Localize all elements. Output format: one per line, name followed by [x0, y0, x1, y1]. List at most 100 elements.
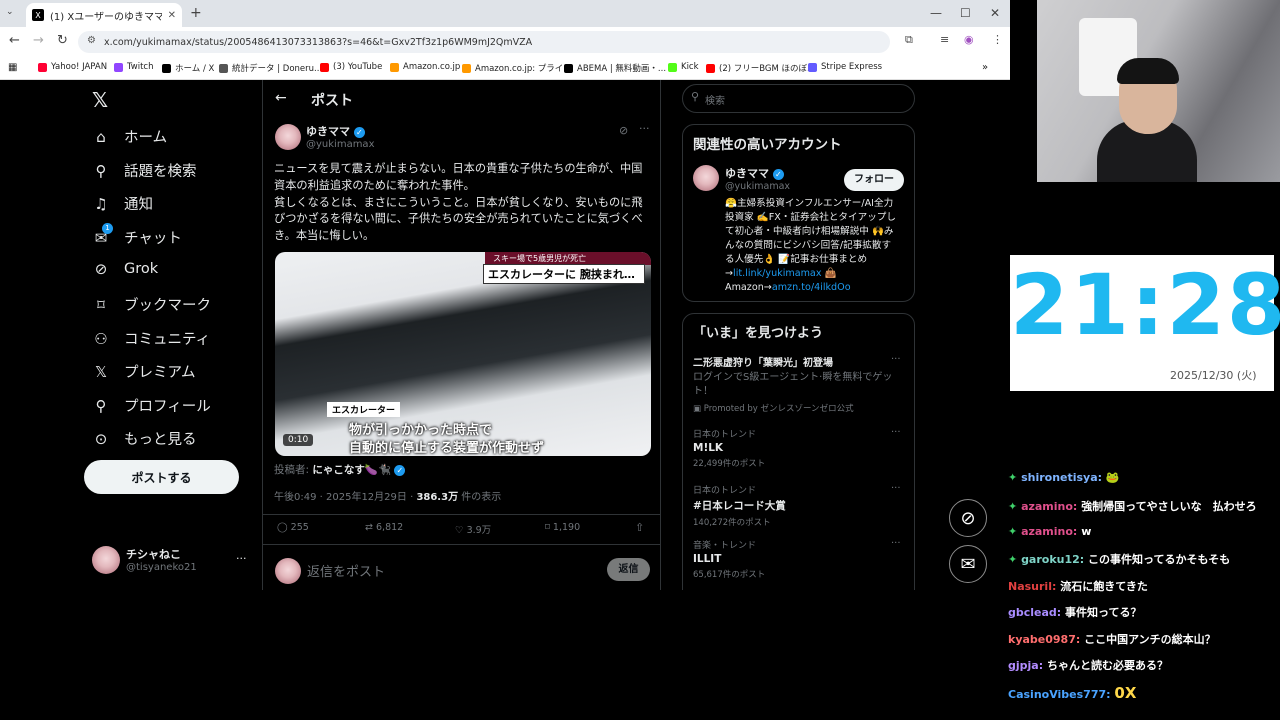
avatar[interactable]	[693, 165, 719, 191]
verified-badge-icon: ✓	[394, 464, 406, 476]
sidebar-item-communities[interactable]: ⚇ コミュニティ	[92, 328, 210, 349]
bookmark-item[interactable]: (3) YouTube	[320, 62, 382, 72]
heart-icon: ♡	[455, 525, 464, 536]
sidebar-item-notifications[interactable]: ♫ 通知	[92, 193, 153, 214]
sidebar-item-more[interactable]: ⊙ もっと見る	[92, 428, 197, 449]
trend-item[interactable]: 音楽・トレンド ILLIT 65,617件のポスト ···	[693, 538, 908, 580]
minimize-icon[interactable]: —	[930, 6, 942, 20]
streamer-hair-image	[1117, 58, 1179, 84]
tab-search-icon[interactable]: ⌄	[6, 7, 14, 17]
bookmark-item[interactable]: Twitch	[114, 62, 154, 72]
back-icon[interactable]: ←	[9, 33, 20, 48]
trend-more-icon[interactable]: ···	[891, 538, 901, 549]
related-account-name[interactable]: ゆきママ ✓	[725, 165, 784, 181]
site-info-icon[interactable]: ⚙	[87, 35, 96, 46]
more-icon[interactable]: ···	[236, 552, 247, 565]
account-switcher[interactable]: チシャねこ @tisyaneko21 ···	[90, 544, 250, 578]
bookmark-item[interactable]: Amazon.co.jp: プライ...	[462, 62, 571, 74]
trends-title: 「いま」を見つけよう	[693, 326, 824, 341]
grok-float-icon[interactable]: ⊘	[949, 499, 987, 537]
post-text: ニュースを見て震えが止まらない。日本の貴重な子供たちの生命が、中国資本の利益追求…	[274, 162, 643, 243]
bookmark-item[interactable]: ホーム / X	[162, 62, 214, 74]
media-icon[interactable]: ≡	[940, 33, 949, 46]
chat-message: kyabe0987: ここ中国アンチの総本山？	[1008, 633, 1216, 646]
bookmark-item[interactable]: Kick	[668, 62, 699, 72]
reply-input[interactable]: 返信をポスト	[307, 561, 385, 580]
sidebar-item-bookmarks[interactable]: ⌑ ブックマーク	[92, 294, 211, 315]
browser-tab[interactable]: X (1) Xユーザーのゆきママさん:「ニュー... ✕	[26, 3, 182, 27]
sidebar-item-explore[interactable]: ⚲ 話題を検索	[92, 160, 197, 181]
chat-message: gbclead: 事件知ってる？	[1008, 606, 1142, 619]
home-icon: ⌂	[96, 127, 106, 146]
close-tab-icon[interactable]: ✕	[168, 10, 176, 21]
sidebar-item-grok[interactable]: ⊘ Grok	[92, 260, 158, 278]
avatar	[275, 558, 301, 584]
reply-action[interactable]: ◯ 255	[277, 522, 309, 533]
sidebar-item-chat[interactable]: ✉ 1 チャット	[92, 222, 182, 248]
trend-more-icon[interactable]: ···	[891, 483, 901, 494]
video-caption-1: 物が引っかかった時点で	[349, 423, 493, 438]
reload-icon[interactable]: ↻	[57, 33, 68, 48]
reply-button[interactable]: 返信	[607, 558, 650, 581]
trend-item[interactable]: 二形悪虚狩り「葉瞬光」初登場 ログインでS級エージェント·瞬を無料でゲット！ ▣…	[693, 354, 908, 414]
x-logo-icon[interactable]: 𝕏	[92, 88, 108, 112]
video-duration: 0:10	[283, 434, 314, 446]
divider	[263, 514, 660, 515]
post-button[interactable]: ポストする	[84, 460, 239, 494]
sidebar-item-profile[interactable]: ⚲ プロフィール	[92, 395, 211, 416]
poster-line: 投稿者: にゃこなす🍆🐈‍⬛ ✓	[274, 462, 406, 477]
bookmark-item[interactable]: (2) フリーBGM ほのぼ...	[706, 62, 815, 74]
stream-chat: ✦ shironetisya: 🐸 ✦ azamino: 強制帰国ってやさしいな…	[1000, 455, 1280, 720]
author-name-row[interactable]: ゆきママ ✓	[306, 123, 365, 139]
bookmark-action[interactable]: ⌑ 1,190	[545, 522, 580, 533]
mail-icon: ✉ 1	[92, 222, 113, 247]
like-action[interactable]: ♡ 3.9万	[455, 522, 491, 536]
new-tab-button[interactable]: +	[190, 5, 202, 21]
trend-item[interactable]: 日本のトレンド #日本レコード大賞 140,272件のポスト ···	[693, 483, 908, 528]
profile-icon[interactable]: ◉	[964, 33, 974, 46]
bookmark-icon: ⌑	[97, 295, 105, 314]
close-window-icon[interactable]: ✕	[990, 6, 1000, 20]
bookmark-item[interactable]: Amazon.co.jp	[390, 62, 460, 72]
chat-message: ✦ azamino: 強制帰国ってやさしいな 払わせろ	[1008, 500, 1257, 513]
sidebar-item-premium[interactable]: 𝕏 プレミアム	[92, 361, 196, 382]
chat-badge: 1	[102, 222, 113, 234]
divider	[263, 544, 660, 545]
address-bar[interactable]: ⚙ x.com/yukimamax/status/200548641307331…	[78, 31, 890, 53]
search-input[interactable]: ⚲ 検索	[682, 84, 915, 113]
messages-float-icon[interactable]: ✉	[949, 545, 987, 583]
repost-action[interactable]: ⇄ 6,812	[365, 522, 403, 533]
tab-strip: ⌄ X (1) Xユーザーのゆきママさん:「ニュー... ✕ + — ☐ ✕	[0, 0, 1010, 27]
trend-item[interactable]: 日本のトレンド M!LK 22,499件のポスト ···	[693, 427, 908, 469]
related-title: 関連性の高いアカウント	[693, 137, 842, 153]
share-icon[interactable]: ⇧	[635, 521, 644, 534]
post-video[interactable]: スキー場で5歳男児が死亡 エスカレーターに 腕挟まれ… エスカレーター 物が引っ…	[275, 252, 651, 456]
grok-post-icon[interactable]: ⊘	[619, 124, 628, 137]
trend-more-icon[interactable]: ···	[891, 354, 901, 365]
more-bookmarks-icon[interactable]: »	[982, 62, 988, 73]
bio-link[interactable]: amzn.to/4ilkdOo	[772, 282, 851, 293]
post-more-icon[interactable]: ···	[639, 122, 650, 135]
menu-icon[interactable]: ⋮	[992, 33, 1003, 46]
trend-more-icon[interactable]: ···	[891, 427, 901, 438]
post-column: ← ポスト ゆきママ ✓ @yukimamax ⊘ ··· ニュースを見て震えが…	[262, 80, 661, 590]
bio-link[interactable]: lit.link/yukimamax	[733, 268, 821, 279]
url-text: x.com/yukimamax/status/20054864130733138…	[104, 36, 533, 48]
repost-icon: ⇄	[365, 522, 373, 533]
author-avatar[interactable]	[275, 124, 301, 150]
verified-badge-icon: ✓	[353, 126, 365, 138]
avatar	[92, 546, 120, 574]
verified-badge-icon: ✓	[772, 168, 784, 180]
follow-button[interactable]: フォロー	[844, 169, 904, 191]
bookmark-item[interactable]: Stripe Express	[808, 62, 882, 72]
extensions-icon[interactable]: ⧉	[905, 33, 913, 47]
poster-name[interactable]: にゃこなす🍆🐈‍⬛	[312, 464, 391, 476]
back-arrow-icon[interactable]: ←	[275, 90, 287, 106]
maximize-icon[interactable]: ☐	[960, 6, 971, 20]
bookmark-item[interactable]: Yahoo! JAPAN	[38, 62, 107, 72]
bookmark-item[interactable]: 統計データ | Doneru...	[219, 62, 322, 74]
forward-icon[interactable]: →	[33, 33, 44, 48]
sidebar-item-home[interactable]: ⌂ ホーム	[92, 126, 167, 147]
bookmark-item[interactable]: ABEMA | 無料動画・...	[564, 62, 666, 74]
apps-icon[interactable]: ▦	[8, 62, 17, 73]
